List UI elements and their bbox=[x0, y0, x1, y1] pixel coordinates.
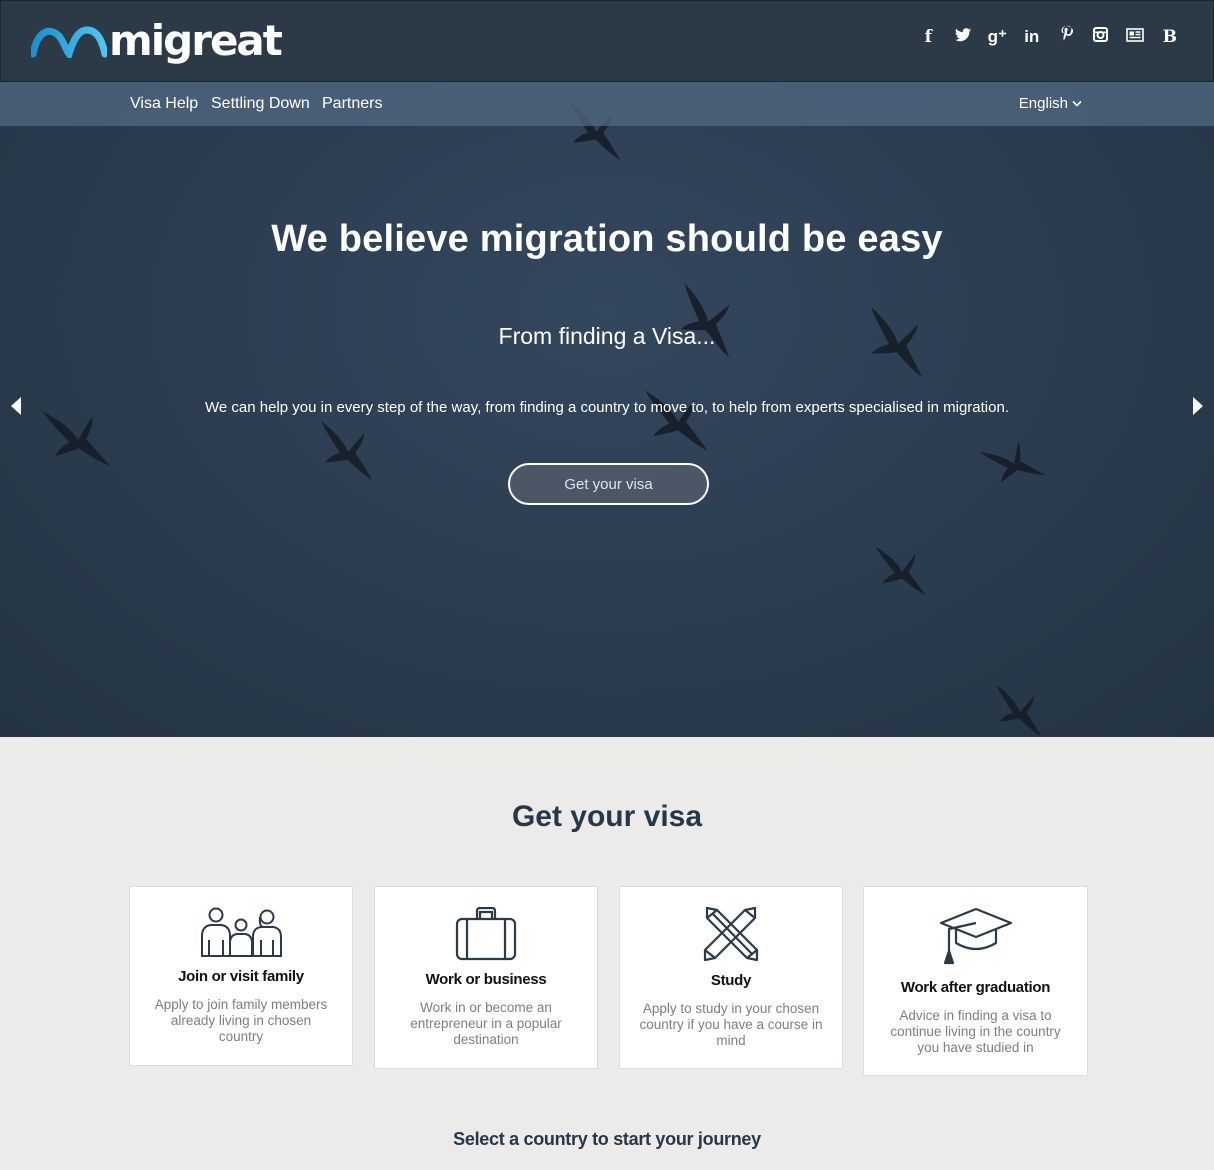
chevron-down-icon bbox=[1072, 100, 1082, 107]
carousel-next-icon[interactable] bbox=[1191, 396, 1205, 416]
card-title: Work or business bbox=[425, 971, 547, 988]
nav-partners[interactable]: Partners bbox=[322, 95, 382, 113]
main-navbar: Visa Help Settling Down Partners English bbox=[0, 82, 1214, 126]
logo-wave-icon bbox=[31, 26, 107, 58]
family-icon bbox=[201, 907, 282, 957]
card-description: Apply to join family members already liv… bbox=[154, 997, 328, 1044]
hero-title: We believe migration should be easy bbox=[271, 218, 943, 260]
twitter-icon[interactable] bbox=[946, 25, 981, 49]
card-title: Work after graduation bbox=[900, 979, 1051, 996]
nav-settling-down[interactable]: Settling Down bbox=[211, 95, 310, 113]
instagram-icon[interactable] bbox=[1084, 25, 1119, 49]
visa-card-work[interactable]: Work or business Work in or become an en… bbox=[374, 886, 598, 1069]
top-header: migreat f g⁺ in B bbox=[0, 0, 1214, 82]
get-your-visa-button[interactable]: Get your visa bbox=[508, 463, 709, 505]
nav-visa-help[interactable]: Visa Help bbox=[130, 95, 198, 113]
linkedin-icon[interactable]: in bbox=[1015, 25, 1050, 49]
visa-card-family[interactable]: Join or visit family Apply to join famil… bbox=[129, 886, 353, 1066]
hero-subtitle: From finding a Visa... bbox=[498, 323, 716, 349]
pinterest-icon[interactable] bbox=[1049, 25, 1084, 49]
graduation-cap-icon bbox=[939, 907, 1012, 965]
facebook-icon[interactable]: f bbox=[911, 25, 946, 49]
pencils-icon bbox=[703, 906, 759, 962]
journey-heading: Select a country to start your journey bbox=[453, 1129, 761, 1149]
card-description: Advice in finding a visa to continue liv… bbox=[890, 1008, 1061, 1055]
card-title: Study bbox=[710, 972, 752, 989]
news-icon[interactable] bbox=[1118, 25, 1153, 49]
card-description: Work in or become an entrepreneur in a p… bbox=[410, 1000, 562, 1047]
language-selector[interactable]: English bbox=[1019, 95, 1082, 112]
card-title: Join or visit family bbox=[178, 968, 304, 985]
social-links: f g⁺ in B bbox=[911, 25, 1187, 49]
hero-banner: Visa Help Settling Down Partners English… bbox=[0, 82, 1214, 737]
google-plus-icon[interactable]: g⁺ bbox=[980, 25, 1015, 49]
card-description: Apply to study in your chosen country if… bbox=[639, 1001, 823, 1048]
visa-card-study[interactable]: Study Apply to study in your chosen coun… bbox=[619, 886, 843, 1069]
visa-card-graduation[interactable]: Work after graduation Advice in finding … bbox=[863, 886, 1088, 1076]
carousel-prev-icon[interactable] bbox=[9, 396, 23, 416]
logo[interactable]: migreat bbox=[31, 13, 283, 69]
blog-icon[interactable]: B bbox=[1153, 25, 1188, 49]
visa-section-title: Get your visa bbox=[511, 800, 703, 833]
briefcase-icon bbox=[455, 907, 517, 961]
logo-text: migreat bbox=[109, 16, 283, 65]
language-label: English bbox=[1018, 95, 1068, 112]
hero-description: We can help you in every step of the way… bbox=[204, 399, 1009, 416]
